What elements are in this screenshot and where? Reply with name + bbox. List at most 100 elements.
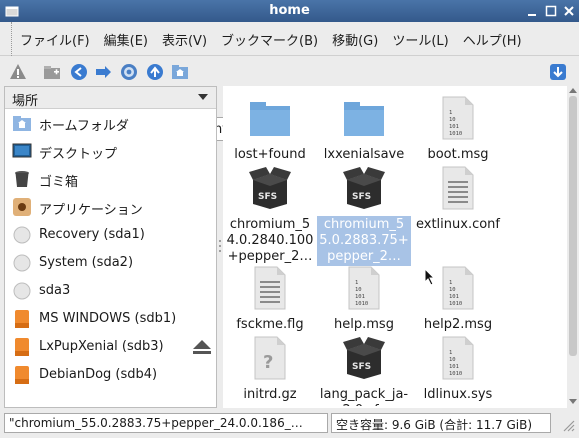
eject-icon[interactable] (192, 339, 212, 355)
menu-tools[interactable]: ツール(L) (392, 30, 448, 49)
sidebar-item-label: MS WINDOWS (sdb1) (39, 311, 177, 326)
file-name: lang_pack_ja-2.0.sfs (319, 387, 409, 406)
svg-text:101: 101 (449, 124, 459, 130)
svg-text:?: ? (263, 352, 273, 373)
sidebar-item-trash[interactable]: ゴミ箱 (5, 165, 216, 193)
sidebar-item-label: LxPupXenial (sdb3) (39, 339, 164, 354)
file-item-lang-pack-ja[interactable]: SFS lang_pack_ja-2.0.sfs (317, 336, 411, 406)
status-bar: "chromium_55.0.2883.75+pepper_24.0.0.186… (0, 410, 579, 438)
menu-help[interactable]: ヘルプ(H) (463, 30, 522, 49)
svg-text:101: 101 (449, 364, 459, 370)
sidebar-item-desktop[interactable]: デスクトップ (5, 137, 216, 165)
sfs-package-icon: SFS (249, 167, 291, 209)
sidebar-item-sda3[interactable]: sda3 (5, 277, 216, 305)
up-icon[interactable] (146, 63, 164, 81)
status-selection: "chromium_55.0.2883.75+pepper_24.0.0.186… (4, 413, 328, 433)
places-header-label: 場所 (12, 94, 39, 109)
svg-text:10: 10 (449, 287, 456, 293)
text-file-icon (442, 166, 474, 210)
go-icon[interactable] (549, 63, 567, 81)
file-name: ldlinux.sys (423, 387, 493, 402)
file-item-lxxenialsave[interactable]: lxxenialsave (317, 96, 411, 162)
binary-file-icon: 1 10 101 1010 (442, 96, 474, 140)
drive-icon (13, 282, 31, 300)
sidebar-item-label: System (sda2) (39, 255, 134, 270)
file-name: chromium_54.0.2840.100+pepper_2… (226, 217, 314, 264)
file-item-ldlinux-sys[interactable]: 1 10 101 1010 ldlinux.sys (411, 336, 505, 406)
svg-text:1010: 1010 (449, 131, 462, 137)
file-item-help-msg[interactable]: 1 10 101 1010 help.msg (317, 266, 411, 332)
sidebar-item-label: DebianDog (sdb4) (39, 367, 158, 382)
file-view[interactable]: lost+found lxxenialsave 1 10 101 1010 bo… (223, 86, 567, 408)
svg-text:SFS: SFS (258, 192, 277, 202)
folder-icon (344, 102, 384, 136)
file-item-chromium-55[interactable]: SFS chromium_55.0.2883.75+pepper_2… (317, 166, 411, 266)
file-item-initrd-gz[interactable]: ? initrd.gz (223, 336, 317, 406)
sidebar-item-recovery[interactable]: Recovery (sda1) (5, 221, 216, 249)
scroll-thumb[interactable] (569, 96, 577, 356)
sidebar-item-debiandog[interactable]: DebianDog (sdb4) (5, 361, 216, 389)
sidebar-item-label: デスクトップ (39, 147, 118, 162)
pane-splitter[interactable] (218, 238, 222, 254)
sidebar-item-ms-windows[interactable]: MS WINDOWS (sdb1) (5, 305, 216, 333)
binary-file-icon: 1 10 101 1010 (442, 266, 474, 310)
sidebar-item-home[interactable]: ホームフォルダ (5, 109, 216, 137)
menu-view[interactable]: 表示(V) (162, 30, 207, 49)
svg-text:SFS: SFS (352, 362, 371, 372)
places-header[interactable]: 場所 (5, 87, 216, 109)
sidebar-item-label: ゴミ箱 (39, 175, 79, 190)
binary-file-icon: 1 10 101 1010 (442, 336, 474, 380)
folder-icon (250, 102, 290, 136)
sidebar-item-label: Recovery (sda1) (39, 227, 145, 242)
desktop-icon (12, 143, 32, 158)
svg-text:101: 101 (355, 294, 365, 300)
toolbar (0, 57, 579, 141)
warning-icon[interactable] (9, 63, 27, 81)
menu-bar: ファイル(F) 編集(E) 表示(V) ブックマーク(B) 移動(G) ツール(… (0, 22, 579, 56)
menu-edit[interactable]: 編集(E) (104, 30, 148, 49)
sfs-package-icon: SFS (343, 337, 385, 379)
svg-text:1010: 1010 (449, 301, 462, 307)
file-name: lxxenialsave (323, 147, 405, 162)
resize-grip-icon[interactable] (561, 418, 575, 432)
vertical-scrollbar[interactable] (567, 86, 579, 408)
new-folder-icon[interactable] (43, 63, 61, 81)
unknown-file-icon: ? (254, 336, 286, 380)
file-item-fsckme-flg[interactable]: fsckme.flg (223, 266, 317, 332)
scroll-up-icon[interactable] (569, 88, 577, 93)
file-item-extlinux-conf[interactable]: extlinux.conf (411, 166, 505, 262)
back-icon[interactable] (70, 63, 88, 81)
text-file-icon (254, 266, 286, 310)
file-item-chromium-54[interactable]: SFS chromium_54.0.2840.100+pepper_2… (223, 166, 317, 264)
sidebar-item-lxpupxenial[interactable]: LxPupXenial (sdb3) (5, 333, 216, 361)
history-icon[interactable] (120, 63, 138, 81)
file-name: lost+found (234, 147, 306, 162)
svg-text:1: 1 (449, 110, 452, 116)
menu-go[interactable]: 移動(G) (332, 30, 378, 49)
menu-file[interactable]: ファイル(F) (20, 30, 90, 49)
drive-icon (13, 254, 31, 272)
drive-icon (13, 226, 31, 244)
title-bar[interactable]: home (0, 0, 579, 22)
maximize-icon[interactable] (543, 3, 559, 19)
file-item-boot-msg[interactable]: 1 10 101 1010 boot.msg (411, 96, 505, 162)
sidebar-item-applications[interactable]: アプリケーション (5, 193, 216, 221)
chevron-down-icon[interactable] (198, 94, 208, 100)
close-icon[interactable] (561, 3, 577, 19)
file-name: boot.msg (427, 147, 489, 162)
svg-text:10: 10 (355, 287, 362, 293)
file-name: help2.msg (423, 317, 493, 332)
file-name: extlinux.conf (415, 217, 500, 232)
svg-text:1: 1 (355, 280, 358, 286)
places-sidebar: 場所 ホームフォルダ デスクトップ ゴミ箱 アプリケーション Recovery … (4, 86, 217, 408)
forward-icon[interactable] (95, 63, 113, 81)
file-manager-window: home ファイル(F) 編集(E) 表示(V) ブックマーク(B) 移動(G)… (0, 0, 579, 438)
svg-text:1010: 1010 (449, 371, 462, 377)
scroll-down-icon[interactable] (569, 399, 577, 404)
menu-bookmarks[interactable]: ブックマーク(B) (221, 30, 318, 49)
sidebar-item-system[interactable]: System (sda2) (5, 249, 216, 277)
minimize-icon[interactable] (524, 3, 540, 19)
usb-drive-icon (15, 366, 29, 384)
file-item-lost-found[interactable]: lost+found (223, 96, 317, 162)
home-icon[interactable] (171, 63, 189, 81)
